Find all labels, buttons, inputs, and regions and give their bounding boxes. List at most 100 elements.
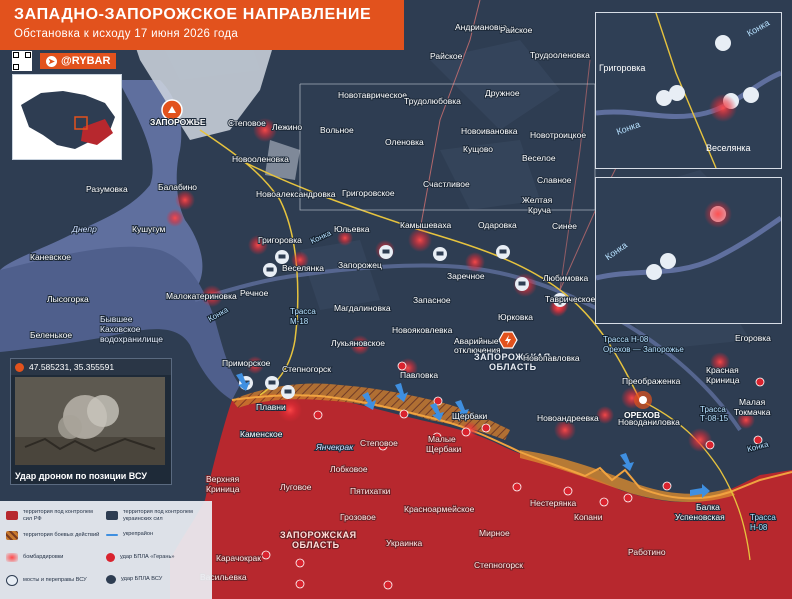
town-label: Григоровка (258, 235, 302, 245)
town-label: Балабино (158, 182, 197, 192)
town-label: Речное (240, 288, 269, 298)
zoom-town-label: Григоровка (599, 63, 646, 73)
town-label: Степовое (228, 118, 266, 128)
qr-code-icon[interactable] (12, 51, 32, 71)
town-label: Трудолюбовка (404, 96, 461, 106)
town-label: Разумовка (86, 184, 128, 194)
town-label: Токмачка (734, 407, 771, 417)
road-label-h08-south: Н-08 (750, 523, 768, 532)
town-label: Щербаки (452, 411, 488, 421)
town-label: Райское (500, 25, 533, 35)
town-label: Синее (552, 221, 577, 231)
town-label: Трудооленовка (530, 50, 590, 60)
town-label: Магдалиновка (334, 303, 391, 313)
legend-bridges: мосты и переправы ВСУ (6, 575, 101, 586)
town-label: Веселянка (282, 263, 324, 273)
region-label: ОБЛАСТЬ (292, 540, 340, 550)
legend-swatch (6, 575, 18, 586)
telegram-icon: ➤ (46, 55, 57, 67)
legend-swatch (106, 511, 118, 520)
town-label: Малая (739, 397, 766, 407)
town-label: Лобковое (330, 464, 368, 474)
road-label-m18: М-18 (290, 317, 309, 326)
legend-combat: территория боевых действий (6, 531, 101, 540)
legend-drone-strike: удар БПЛА ВСУ (106, 575, 201, 584)
legend-bombardment: бомбардировки (6, 553, 101, 562)
town-label: Украинка (386, 538, 423, 548)
legend-label: мосты и переправы ВСУ (23, 577, 87, 584)
town-label: Степногорск (474, 560, 523, 570)
town-label: Преображенка (622, 376, 681, 386)
town-label: Вольное (320, 125, 354, 135)
zoom-town-label: Веселянка (706, 143, 751, 153)
brand-badge[interactable]: ➤ @RYBAR (40, 53, 117, 69)
road-label-h08: Орехов — Запорожье (603, 345, 684, 354)
town-label: Григоровское (342, 188, 395, 198)
legend-label: бомбардировки (23, 554, 64, 561)
town-label: Малокатериновка (166, 291, 237, 301)
town-label: Райское (430, 51, 463, 61)
town-label: Дружное (485, 88, 520, 98)
town-label: Пятихатки (350, 486, 391, 496)
map-legend: территория под контролем сил РФ территор… (0, 501, 212, 599)
legend-swatch (106, 534, 118, 537)
town-label: Луговое (280, 482, 312, 492)
town-label: Любимовка (543, 273, 589, 283)
town-label: Малые (428, 434, 456, 444)
town-label: Новооленовка (232, 154, 289, 164)
town-label: Янчекрак (315, 442, 354, 452)
road-label-h08-south: Трасса (750, 513, 776, 522)
region-label: ОБЛАСТЬ (489, 362, 537, 372)
town-label: Грозовое (340, 512, 376, 522)
town-label: Новопавловка (523, 353, 580, 363)
town-label: Криница (206, 484, 240, 494)
town-label: Щербаки (426, 444, 462, 454)
town-label: Красная (706, 365, 739, 375)
town-label: Юрковка (498, 312, 533, 322)
legend-ua-control: территория под контролем украинских сил (106, 509, 201, 522)
town-label: Лукьяновское (331, 338, 385, 348)
town-label: ЗАПОРОЖЬЕ (150, 117, 206, 127)
town-label: Копани (574, 512, 603, 522)
drone-strike-photo-panel[interactable]: 47.585231, 35.355591 Удар дроном по пози… (10, 358, 172, 485)
town-label: Юльевка (334, 224, 370, 234)
town-label: Степногорск (282, 364, 331, 374)
legend-label: территория под контролем сил РФ (23, 509, 93, 522)
town-label: Карачокрак (216, 553, 261, 563)
title-banner: ЗАПАДНО-ЗАПОРОЖСКОЕ НАПРАВЛЕНИЕ Обстанов… (0, 0, 404, 50)
legend-label: укрепрайон (123, 531, 154, 537)
town-label: Каневское (30, 252, 71, 262)
town-label: Верхняя (206, 474, 240, 484)
region-label: ЗАПОРОЖСКАЯ (280, 530, 357, 540)
legend-label: удар БПЛА ВСУ (121, 576, 163, 583)
reservoir-label: Бывшее (100, 314, 133, 324)
town-label: Новоданиловка (618, 417, 680, 427)
legend-fortifications: укрепрайон (106, 531, 201, 538)
legend-label: удар БПЛА «Герань» (120, 554, 175, 561)
town-label: Новояковлевка (392, 325, 453, 335)
zoom-inset-konka: Конка (595, 177, 782, 324)
town-label: Успеновская (675, 512, 725, 522)
town-label: Егоровка (735, 333, 771, 343)
town-label: Нестерянка (530, 498, 576, 508)
reservoir-label: водохранилище (100, 334, 163, 344)
town-label: Одаровка (478, 220, 517, 230)
town-label: Оленовка (385, 137, 424, 147)
brand-row: ➤ @RYBAR (12, 50, 117, 72)
location-pin-icon (15, 362, 24, 372)
town-label: Веселое (522, 153, 556, 163)
town-label: Лысогорка (47, 294, 89, 304)
town-label: Новотаврическое (338, 90, 407, 100)
reservoir-label: Каховское (100, 324, 141, 334)
ukraine-locator-map (12, 74, 122, 160)
town-label: Таврическое (545, 294, 595, 304)
photo-caption: Удар дроном по позиции ВСУ (15, 471, 147, 481)
town-label: Новоивановка (461, 126, 518, 136)
ukraine-outline (21, 91, 115, 149)
town-label: Приморское (222, 358, 271, 368)
legend-swatch (6, 531, 18, 540)
road-label-t0815: Трасса (700, 405, 726, 414)
legend-swatch (106, 575, 116, 584)
brand-label: @RYBAR (61, 55, 111, 67)
town-label: Степовое (360, 438, 398, 448)
